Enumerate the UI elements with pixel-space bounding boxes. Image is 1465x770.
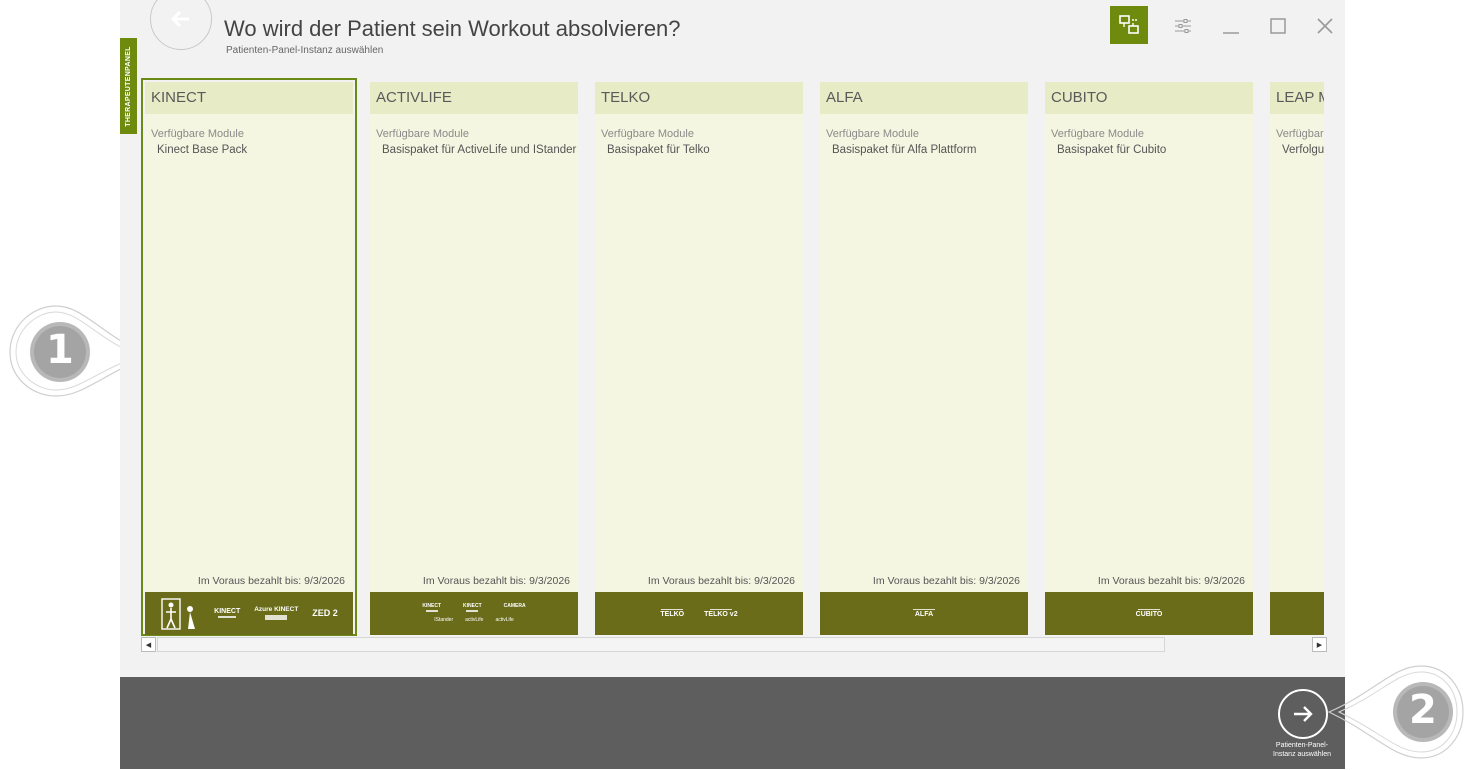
person-frame-icon [161,597,196,630]
callout-2: 2 [1325,660,1465,765]
paid-until: Im Voraus bezahlt bis: 9/3/2026 [422,575,570,587]
screens-icon [1119,15,1139,34]
module-item: Basispaket für Cubito [1057,144,1167,156]
kinect-logo: KINECT [463,602,482,614]
cards-viewport: KINECT Verfügbare Module Kinect Base Pac… [141,78,1324,636]
logo-label: KINECT [422,602,442,609]
page-subtitle: Patienten-Panel-Instanz auswählen [226,45,384,56]
card-title: TELKO [595,82,803,114]
logo-label: CAMERA [503,602,526,609]
kinect-logo: KINECT [422,602,442,614]
bottom-bar: Patienten-Panel- Instanz auswählen [120,677,1345,769]
arrow-right-icon [1294,706,1313,722]
header: Wo wird der Patient sein Workout absolvi… [120,0,1345,60]
telko-logo: TELKO [660,608,684,619]
telko-v2-logo: TELKO v2 [704,608,738,619]
logo-label: KINECT [463,602,482,609]
card-title: ACTIVLIFE [370,82,578,114]
module-item: Kinect Base Pack [157,144,248,156]
minimize-button[interactable] [1213,8,1249,44]
card-title: LEAP M [1270,82,1324,114]
modules-label: Verfügbare Module [1051,128,1144,140]
card-footer-logos: CUBITO [1045,592,1253,635]
close-icon [1317,18,1333,34]
card-kinect[interactable]: KINECT Verfügbare Module Kinect Base Pac… [141,78,357,636]
scroll-track[interactable] [157,637,1165,652]
activlife-logo: activLife [495,617,514,624]
callout-2-shape [1327,665,1464,759]
module-item: Basispaket für Telko [607,144,710,156]
card-title: KINECT [145,82,353,114]
card-cubito[interactable]: CUBITO Verfügbare Module Basispaket für … [1045,82,1253,635]
cubito-logo: CUBITO [1135,608,1163,619]
maximize-icon [1270,18,1286,34]
horizontal-scrollbar[interactable]: ◀ ▶ [141,637,1327,652]
close-button[interactable] [1307,8,1343,44]
modules-label: Verfügbare Module [826,128,919,140]
card-footer-logos: ALFA [820,592,1028,635]
activlife-logo: activLife [465,617,484,624]
istander-logo: IStander [434,617,454,624]
logo-label: CUBITO [1135,611,1163,619]
scroll-right-button[interactable]: ▶ [1312,637,1327,652]
card-footer-logos: TELKO TELKO v2 [595,592,803,635]
zed2-logo: ZED 2 [312,607,338,619]
logo-label: TELKO [660,611,685,619]
app-window: Wo wird der Patient sein Workout absolvi… [120,0,1345,769]
card-telko[interactable]: TELKO Verfügbare Module Basispaket für T… [595,82,803,635]
scroll-left-button[interactable]: ◀ [141,637,156,652]
screens-button[interactable] [1110,6,1148,44]
therapeutenpanel-tab-label: THERAPEUTENPANEL [125,45,133,127]
card-leap-motion[interactable]: LEAP M Verfügbare Module Verfolgu [1270,82,1324,635]
logo-label: ZED 2 [312,607,338,618]
card-title: CUBITO [1045,82,1253,114]
arrow-left-icon [170,10,189,28]
card-activlife[interactable]: ACTIVLIFE Verfügbare Module Basispaket f… [370,82,578,635]
paid-until: Im Voraus bezahlt bis: 9/3/2026 [197,575,345,587]
paid-until: Im Voraus bezahlt bis: 9/3/2026 [647,575,795,587]
azure-kinect-logo: Azure KINECT [254,606,298,620]
next-button[interactable] [1278,689,1328,739]
page-title: Wo wird der Patient sein Workout absolvi… [224,16,681,41]
settings-button[interactable] [1165,8,1201,44]
card-alfa[interactable]: ALFA Verfügbare Module Basispaket für Al… [820,82,1028,635]
card-title: ALFA [820,82,1028,114]
modules-label: Verfügbare Module [376,128,469,140]
card-footer-logos: KINECT Azure KINECT ZED 2 [145,592,353,635]
logo-label: Azure KINECT [254,606,299,614]
maximize-button[interactable] [1260,8,1296,44]
camera-logo: CAMERA [503,602,526,614]
card-footer-logos: KINECT KINECT CAMERA IStander activLife … [370,592,578,635]
callout-2-number: 2 [1409,687,1437,733]
kinect-logo: KINECT [214,608,240,620]
logo-label: TELKO v2 [704,611,738,619]
callout-1-number: 1 [46,327,74,373]
card-footer-logos [1270,592,1324,635]
module-item: Verfolgu [1282,144,1324,156]
module-item: Basispaket für Alfa Plattform [832,144,977,156]
logo-label: ALFA [914,611,934,619]
card-list: KINECT Verfügbare Module Kinect Base Pac… [141,78,1324,636]
logo-label: KINECT [214,607,241,615]
paid-until: Im Voraus bezahlt bis: 9/3/2026 [1097,575,1245,587]
alfa-logo: ALFA [913,608,935,619]
minimize-icon [1223,32,1239,34]
settings-sliders-icon [1175,19,1191,33]
modules-label: Verfügbare Module [151,128,244,140]
modules-label: Verfügbare Module [1276,128,1324,140]
back-button[interactable] [150,0,212,50]
paid-until: Im Voraus bezahlt bis: 9/3/2026 [872,575,1020,587]
module-item: Basispaket für ActiveLife und IStander [382,144,577,156]
therapeutenpanel-tab[interactable]: THERAPEUTENPANEL [120,38,137,134]
modules-label: Verfügbare Module [601,128,694,140]
